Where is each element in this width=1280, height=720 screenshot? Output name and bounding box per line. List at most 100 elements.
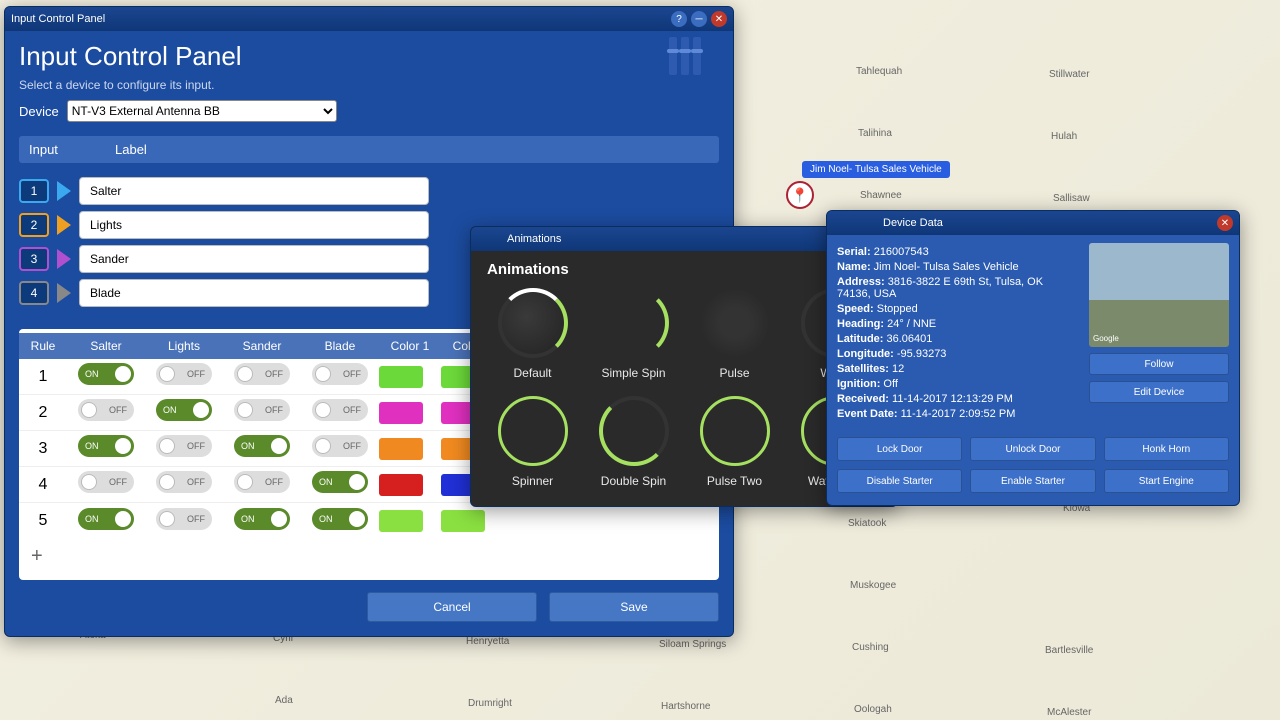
animation-label: Pulse Two [707, 474, 762, 488]
device-data-row: Address: 3816-3822 E 69th St, Tulsa, OK … [837, 276, 1079, 300]
devdata-titlebar[interactable]: Device Data ✕ [827, 211, 1239, 235]
toggle-salter[interactable]: ON [78, 508, 134, 530]
header-input: Input [29, 142, 115, 157]
edit-device-button[interactable]: Edit Device [1089, 381, 1229, 403]
map-city-label: Talihina [858, 128, 892, 139]
color2-swatch[interactable] [441, 510, 485, 532]
toggle-lights[interactable]: OFF [156, 363, 212, 385]
anim-title: Animations [487, 261, 881, 278]
animation-option-spinner[interactable]: Spinner [487, 396, 578, 488]
map-city-label: Sallisaw [1053, 193, 1090, 204]
device-data-row: Heading: 24° / NNE [837, 318, 1079, 330]
input-label-field-1[interactable] [79, 177, 429, 205]
animation-option-pulse[interactable]: Pulse [689, 288, 780, 380]
map-city-label: Bartlesville [1045, 645, 1093, 656]
device-data-row: Ignition: Off [837, 378, 1079, 390]
toggle-salter[interactable]: ON [78, 363, 134, 385]
enable-starter-button[interactable]: Enable Starter [970, 469, 1095, 493]
minimize-icon[interactable]: ─ [691, 11, 707, 27]
color1-swatch[interactable] [379, 510, 423, 532]
animation-ring-icon [599, 288, 669, 358]
triangle-icon [57, 215, 71, 235]
map-city-label: Shawnee [860, 190, 902, 201]
help-icon[interactable]: ? [671, 11, 687, 27]
map-city-label: Stillwater [1049, 69, 1090, 80]
map-city-label: Drumright [468, 698, 512, 709]
map-vehicle-label[interactable]: Jim Noel- Tulsa Sales Vehicle [802, 161, 950, 178]
close-icon[interactable]: ✕ [711, 11, 727, 27]
icp-subtitle: Select a device to configure its input. [19, 78, 719, 92]
input-label-field-4[interactable] [79, 279, 429, 307]
toggle-salter[interactable]: OFF [78, 399, 134, 421]
triangle-icon [57, 249, 71, 269]
color1-swatch[interactable] [379, 438, 423, 460]
toggle-lights[interactable]: OFF [156, 471, 212, 493]
animation-option-pulse-two[interactable]: Pulse Two [689, 396, 780, 488]
toggle-blade[interactable]: OFF [312, 363, 368, 385]
color1-swatch[interactable] [379, 366, 423, 388]
input-header-row: Input Label [19, 136, 719, 163]
icp-window-title: Input Control Panel [11, 13, 105, 25]
input-badge-4: 4 [19, 281, 49, 305]
toggle-salter[interactable]: ON [78, 435, 134, 457]
anim-window-title: Animations [507, 233, 561, 245]
start-engine-button[interactable]: Start Engine [1104, 469, 1229, 493]
input-label-field-3[interactable] [79, 245, 429, 273]
device-data-row: Serial: 216007543 [837, 246, 1079, 258]
device-data-row: Latitude: 36.06401 [837, 333, 1079, 345]
map-city-label: Ada [275, 695, 293, 706]
map-vehicle-marker[interactable]: 📍 [786, 181, 814, 209]
header-label: Label [115, 142, 709, 157]
animation-ring-icon [498, 288, 568, 358]
toggle-sander[interactable]: ON [234, 435, 290, 457]
toggle-blade[interactable]: ON [312, 471, 368, 493]
map-city-label: Cushing [852, 642, 889, 653]
toggle-lights[interactable]: OFF [156, 435, 212, 457]
animation-label: Double Spin [601, 474, 666, 488]
device-select[interactable]: NT-V3 External Antenna BB [67, 100, 337, 122]
toggle-blade[interactable]: OFF [312, 435, 368, 457]
device-data-row: Event Date: 11-14-2017 2:09:52 PM [837, 408, 1079, 420]
devdata-window-title: Device Data [883, 217, 943, 229]
map-city-label: Hulah [1051, 131, 1077, 142]
map-city-label: Oologah [854, 704, 892, 715]
toggle-blade[interactable]: OFF [312, 399, 368, 421]
input-label-field-2[interactable] [79, 211, 429, 239]
animation-ring-icon [700, 288, 770, 358]
cancel-button[interactable]: Cancel [367, 592, 537, 622]
toggle-lights[interactable]: ON [156, 399, 212, 421]
animation-option-double-spin[interactable]: Double Spin [588, 396, 679, 488]
map-city-label: Muskogee [850, 580, 896, 591]
icp-title: Input Control Panel [19, 41, 719, 72]
animation-label: Simple Spin [601, 366, 665, 380]
equalizer-icon [669, 37, 701, 75]
map-city-label: McAlester [1047, 707, 1091, 718]
unlock-door-button[interactable]: Unlock Door [970, 437, 1095, 461]
honk-horn-button[interactable]: Honk Horn [1104, 437, 1229, 461]
toggle-sander[interactable]: OFF [234, 363, 290, 385]
input-badge-3: 3 [19, 247, 49, 271]
toggle-sander[interactable]: ON [234, 508, 290, 530]
input-badge-2: 2 [19, 213, 49, 237]
streetview-thumbnail[interactable]: Google [1089, 243, 1229, 347]
follow-button[interactable]: Follow [1089, 353, 1229, 375]
disable-starter-button[interactable]: Disable Starter [837, 469, 962, 493]
toggle-salter[interactable]: OFF [78, 471, 134, 493]
toggle-lights[interactable]: OFF [156, 508, 212, 530]
lock-door-button[interactable]: Lock Door [837, 437, 962, 461]
toggle-sander[interactable]: OFF [234, 471, 290, 493]
toggle-blade[interactable]: ON [312, 508, 368, 530]
toggle-sander[interactable]: OFF [234, 399, 290, 421]
animation-option-default[interactable]: Default [487, 288, 578, 380]
close-icon[interactable]: ✕ [1217, 215, 1233, 231]
color1-swatch[interactable] [379, 402, 423, 424]
save-button[interactable]: Save [549, 592, 719, 622]
icp-titlebar[interactable]: Input Control Panel ? ─ ✕ [5, 7, 733, 31]
input-badge-1: 1 [19, 179, 49, 203]
device-data-row: Received: 11-14-2017 12:13:29 PM [837, 393, 1079, 405]
color1-swatch[interactable] [379, 474, 423, 496]
device-label: Device [19, 104, 59, 119]
rule-number: 2 [19, 404, 67, 422]
add-rule-button[interactable]: + [19, 539, 719, 574]
animation-option-simple-spin[interactable]: Simple Spin [588, 288, 679, 380]
